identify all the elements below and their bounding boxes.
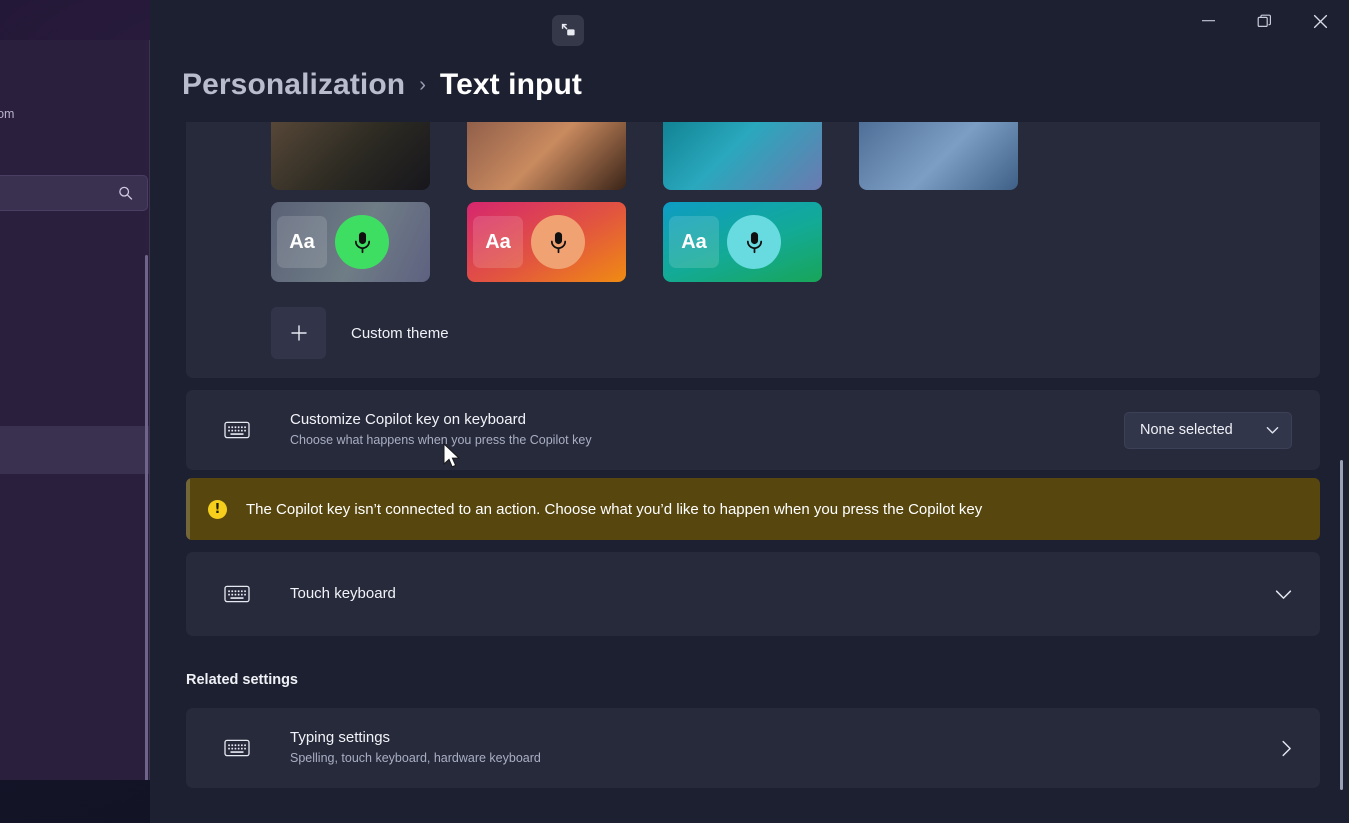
background-sidebar-scrollbar[interactable] [145, 255, 148, 780]
microphone-icon [727, 215, 781, 269]
chevron-down-icon [1266, 426, 1279, 435]
chevron-right-icon[interactable] [1281, 740, 1292, 757]
custom-theme-label: Custom theme [351, 324, 449, 342]
background-search-input[interactable] [0, 175, 148, 211]
touch-keyboard-right [1275, 589, 1292, 600]
theme-tile-wallpaper-4[interactable] [859, 122, 1018, 190]
copilot-row-subtitle: Choose what happens when you press the C… [290, 433, 592, 448]
titlebar [0, 0, 1349, 46]
content-scrollbar[interactable] [1340, 460, 1343, 790]
keyboard-icon [222, 579, 252, 609]
maximize-button[interactable] [1241, 0, 1287, 42]
touch-keyboard-text: Touch keyboard [290, 584, 1275, 604]
related-settings-heading: Related settings [186, 672, 298, 688]
copilot-row-right: None selected [1124, 411, 1292, 449]
settings-content-scroll[interactable]: Aa Aa Aa Custom theme Customize Copilot … [150, 122, 1349, 823]
theme-tile-wallpaper-1[interactable] [271, 122, 430, 190]
microphone-icon [531, 215, 585, 269]
restore-window-icon[interactable] [552, 15, 584, 46]
page-title: Text input [439, 68, 582, 101]
account-email: utlook.com [0, 107, 15, 121]
typing-settings-subtitle: Spelling, touch keyboard, hardware keybo… [290, 751, 541, 766]
customize-copilot-key-row[interactable]: Customize Copilot key on keyboard Choose… [186, 390, 1320, 470]
copilot-row-text: Customize Copilot key on keyboard Choose… [290, 410, 1124, 450]
copilot-row-title: Customize Copilot key on keyboard [290, 411, 526, 429]
touch-keyboard-row[interactable]: Touch keyboard [186, 552, 1320, 636]
minimize-button[interactable] [1185, 0, 1231, 42]
typing-settings-title: Typing settings [290, 729, 391, 747]
theme-tile-aa-label: Aa [277, 216, 327, 268]
close-button[interactable] [1297, 0, 1343, 42]
breadcrumb-parent-link[interactable]: Personalization [182, 68, 405, 102]
keyboard-icon [222, 415, 252, 445]
sidebar-item-1[interactable]: t [0, 378, 149, 426]
keyboard-icon [222, 733, 252, 763]
typing-settings-right [1281, 740, 1292, 757]
touch-keyboard-title: Touch keyboard [290, 584, 396, 602]
background-settings-window[interactable]: uel utlook.com es t [0, 40, 150, 780]
typing-settings-text: Typing settings Spelling, touch keyboard… [290, 728, 1281, 768]
background-sidebar-nav[interactable]: es t [0, 330, 149, 474]
theme-tile-aa-label: Aa [669, 216, 719, 268]
sidebar-item-2-selected[interactable] [0, 426, 149, 474]
warning-text: The Copilot key isn’t connected to an ac… [246, 500, 983, 518]
typing-settings-row[interactable]: Typing settings Spelling, touch keyboard… [186, 708, 1320, 788]
theme-tile-grid[interactable]: Aa Aa Aa [271, 122, 1047, 282]
breadcrumb: Personalization › Text input [182, 68, 582, 102]
theme-tile-wallpaper-3[interactable] [663, 122, 822, 190]
theme-tile-aa-label: Aa [473, 216, 523, 268]
theme-tile-wallpaper-2[interactable] [467, 122, 626, 190]
breadcrumb-separator-icon: › [419, 74, 426, 96]
theme-tile-7[interactable]: Aa [663, 202, 822, 282]
sidebar-item-0[interactable]: es [0, 330, 149, 378]
screen: uel utlook.com es t [0, 0, 1349, 823]
theme-tile-6[interactable]: Aa [467, 202, 626, 282]
copilot-key-action-dropdown[interactable]: None selected [1124, 411, 1292, 449]
text-input-theme-card: Aa Aa Aa Custom theme [186, 122, 1320, 378]
dropdown-value: None selected [1140, 422, 1233, 438]
background-account-block: uel utlook.com [0, 88, 144, 121]
custom-theme-button[interactable]: Custom theme [271, 307, 449, 359]
microphone-icon [335, 215, 389, 269]
account-name: uel [0, 88, 144, 105]
search-icon [118, 186, 133, 201]
copilot-key-warning-banner: ! The Copilot key isn’t connected to an … [186, 478, 1320, 540]
chevron-down-icon[interactable] [1275, 589, 1292, 600]
plus-icon [271, 307, 326, 359]
warning-exclamation-icon: ! [208, 499, 227, 519]
theme-tile-5[interactable]: Aa [271, 202, 430, 282]
